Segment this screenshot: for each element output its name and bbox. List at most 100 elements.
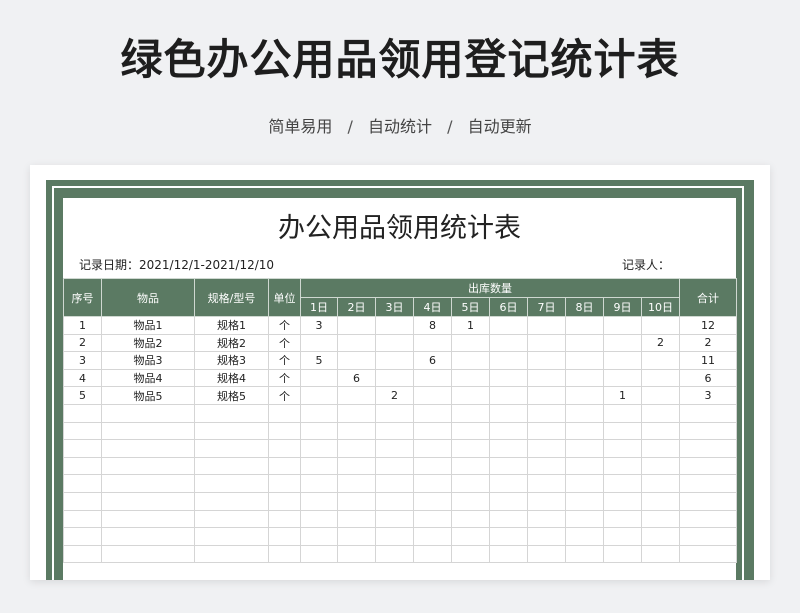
cell-unit[interactable]: 个	[268, 333, 301, 353]
cell-day-qty[interactable]	[641, 368, 680, 388]
cell-empty[interactable]	[194, 439, 269, 458]
cell-empty[interactable]	[337, 474, 376, 493]
cell-empty[interactable]	[375, 403, 414, 423]
cell-empty[interactable]	[375, 491, 414, 511]
cell-empty[interactable]	[101, 421, 195, 441]
cell-empty[interactable]	[101, 439, 195, 458]
cell-item[interactable]: 物品4	[101, 368, 195, 388]
cell-empty[interactable]	[527, 509, 566, 529]
cell-unit[interactable]: 个	[268, 368, 301, 388]
cell-total[interactable]: 3	[679, 386, 737, 405]
cell-empty[interactable]	[413, 491, 452, 511]
cell-empty[interactable]	[268, 491, 301, 511]
cell-empty[interactable]	[337, 403, 376, 423]
cell-empty[interactable]	[603, 509, 642, 529]
cell-empty[interactable]	[300, 509, 338, 529]
cell-day-qty[interactable]	[641, 386, 680, 405]
cell-day-qty[interactable]	[451, 368, 490, 388]
cell-day-qty[interactable]	[451, 386, 490, 405]
cell-empty[interactable]	[300, 403, 338, 423]
cell-empty[interactable]	[375, 456, 414, 476]
cell-empty[interactable]	[268, 509, 301, 529]
cell-day-qty[interactable]: 6	[337, 368, 376, 388]
cell-day-qty[interactable]	[451, 333, 490, 353]
cell-day-qty[interactable]	[300, 386, 338, 405]
cell-empty[interactable]	[451, 474, 490, 493]
cell-day-qty[interactable]	[565, 368, 604, 388]
cell-empty[interactable]	[603, 544, 642, 564]
cell-empty[interactable]	[641, 491, 680, 511]
cell-empty[interactable]	[413, 403, 452, 423]
cell-day-qty[interactable]	[489, 316, 528, 335]
cell-empty[interactable]	[300, 421, 338, 441]
cell-day-qty[interactable]	[413, 368, 452, 388]
cell-empty[interactable]	[603, 527, 642, 546]
cell-total[interactable]: 2	[679, 333, 737, 353]
cell-empty[interactable]	[101, 544, 195, 564]
cell-day-qty[interactable]	[603, 333, 642, 353]
cell-empty[interactable]	[375, 509, 414, 529]
cell-day-qty[interactable]: 2	[375, 386, 414, 405]
cell-day-qty[interactable]	[451, 351, 490, 370]
cell-day-qty[interactable]	[300, 333, 338, 353]
cell-day-qty[interactable]	[603, 368, 642, 388]
cell-empty[interactable]	[565, 403, 604, 423]
cell-empty[interactable]	[300, 544, 338, 564]
cell-empty[interactable]	[375, 474, 414, 493]
cell-index[interactable]: 1	[63, 316, 102, 335]
cell-empty[interactable]	[451, 421, 490, 441]
cell-item[interactable]: 物品3	[101, 351, 195, 370]
cell-day-qty[interactable]	[527, 316, 566, 335]
cell-empty[interactable]	[300, 456, 338, 476]
cell-empty[interactable]	[101, 527, 195, 546]
cell-empty[interactable]	[603, 474, 642, 493]
cell-total[interactable]: 6	[679, 368, 737, 388]
cell-day-qty[interactable]	[527, 333, 566, 353]
cell-empty[interactable]	[413, 527, 452, 546]
cell-empty[interactable]	[337, 527, 376, 546]
cell-empty[interactable]	[194, 456, 269, 476]
cell-day-qty[interactable]	[375, 368, 414, 388]
cell-day-qty[interactable]	[565, 333, 604, 353]
cell-empty[interactable]	[101, 456, 195, 476]
cell-empty[interactable]	[527, 491, 566, 511]
cell-day-qty[interactable]	[375, 351, 414, 370]
cell-day-qty[interactable]	[337, 316, 376, 335]
cell-empty[interactable]	[300, 474, 338, 493]
cell-empty[interactable]	[375, 439, 414, 458]
cell-empty[interactable]	[63, 421, 102, 441]
cell-empty[interactable]	[300, 527, 338, 546]
cell-empty[interactable]	[101, 509, 195, 529]
cell-spec[interactable]: 规格4	[194, 368, 269, 388]
cell-empty[interactable]	[268, 456, 301, 476]
cell-day-qty[interactable]: 6	[413, 351, 452, 370]
cell-empty[interactable]	[451, 439, 490, 458]
cell-day-qty[interactable]	[413, 386, 452, 405]
cell-unit[interactable]: 个	[268, 351, 301, 370]
cell-empty[interactable]	[63, 474, 102, 493]
cell-empty[interactable]	[375, 421, 414, 441]
cell-empty[interactable]	[603, 456, 642, 476]
cell-total[interactable]: 12	[679, 316, 737, 335]
cell-empty[interactable]	[194, 509, 269, 529]
cell-empty[interactable]	[451, 509, 490, 529]
cell-empty[interactable]	[63, 527, 102, 546]
cell-empty[interactable]	[337, 439, 376, 458]
cell-empty[interactable]	[641, 456, 680, 476]
cell-empty[interactable]	[194, 421, 269, 441]
cell-day-qty[interactable]	[527, 368, 566, 388]
cell-item[interactable]: 物品2	[101, 333, 195, 353]
cell-total[interactable]: 11	[679, 351, 737, 370]
cell-item[interactable]: 物品1	[101, 316, 195, 335]
cell-empty[interactable]	[489, 474, 528, 493]
cell-empty[interactable]	[641, 544, 680, 564]
cell-day-qty[interactable]	[641, 316, 680, 335]
cell-day-qty[interactable]	[565, 316, 604, 335]
cell-day-qty[interactable]	[489, 333, 528, 353]
cell-empty[interactable]	[451, 544, 490, 564]
cell-day-qty[interactable]: 3	[300, 316, 338, 335]
cell-empty[interactable]	[300, 491, 338, 511]
cell-empty[interactable]	[679, 421, 737, 441]
cell-empty[interactable]	[194, 403, 269, 423]
cell-empty[interactable]	[527, 403, 566, 423]
